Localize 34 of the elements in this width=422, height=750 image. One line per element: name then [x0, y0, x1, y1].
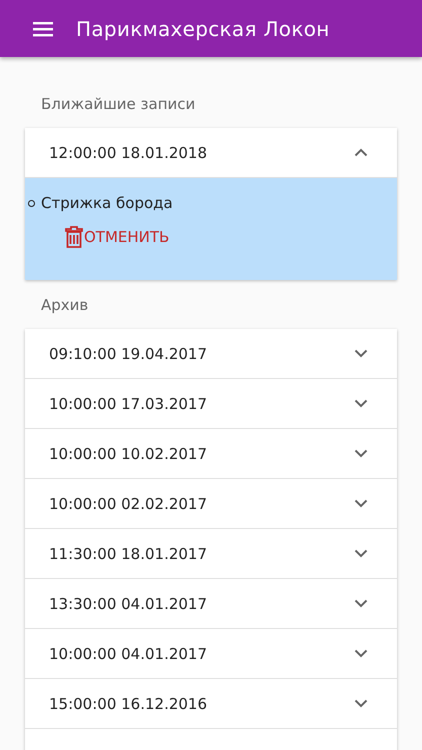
list-row[interactable]: 10:00:00 02.02.2017 [25, 479, 397, 529]
list-row[interactable]: 13:30:00 04.01.2017 [25, 579, 397, 629]
chevron-icon [354, 549, 368, 558]
bullet-icon [28, 200, 35, 206]
chevron-icon [354, 699, 368, 708]
appointment-time: 09:10:00 19.04.2017 [49, 344, 208, 362]
list-row[interactable]: 11:30:00 18.01.2017 [25, 529, 397, 579]
appointment-time: 10:00:00 04.01.2017 [49, 644, 208, 662]
appointment-time: 15:00:00 16.12.2016 [49, 694, 208, 712]
appointment-time: 11:30:00 18.01.2017 [49, 544, 208, 562]
chevron-icon [354, 349, 368, 358]
chevron-icon [354, 649, 368, 658]
section-heading: Ближайшие записи [40, 94, 196, 115]
list-row[interactable]: 15:00:00 16.12.2016 [25, 679, 397, 729]
app-title: Парикмахерская Локон [76, 16, 330, 40]
appointment-time: 10:00:00 17.03.2017 [49, 394, 208, 412]
list-row[interactable]: 10:00:00 10.02.2017 [25, 429, 397, 479]
list-row[interactable]: 09:10:00 19.04.2017 [25, 329, 397, 379]
chevron-icon [354, 449, 368, 458]
cancel-button[interactable]: ОТМЕНИТЬ [65, 226, 170, 248]
service-name: Стрижка борода [41, 194, 173, 212]
chevron-icon [354, 499, 368, 508]
section-heading: Архив [40, 295, 90, 316]
appointment-time: 13:30:00 04.01.2017 [49, 594, 208, 612]
appointment-time: 10:00:00 02.02.2017 [49, 494, 208, 512]
appointment-time: 12:00:00 18.01.2018 [49, 144, 208, 162]
appointment-time: 10:00:00 10.02.2017 [49, 444, 208, 462]
list-row[interactable]: 10:00:00 17.03.2017 [25, 379, 397, 429]
chevron-icon [354, 399, 368, 408]
list-row[interactable]: 10:00:00 04.01.2017 [25, 629, 397, 679]
menu-icon[interactable] [33, 20, 53, 36]
chevron-icon [354, 148, 368, 157]
chevron-icon [354, 599, 368, 608]
trash-icon [65, 226, 83, 248]
